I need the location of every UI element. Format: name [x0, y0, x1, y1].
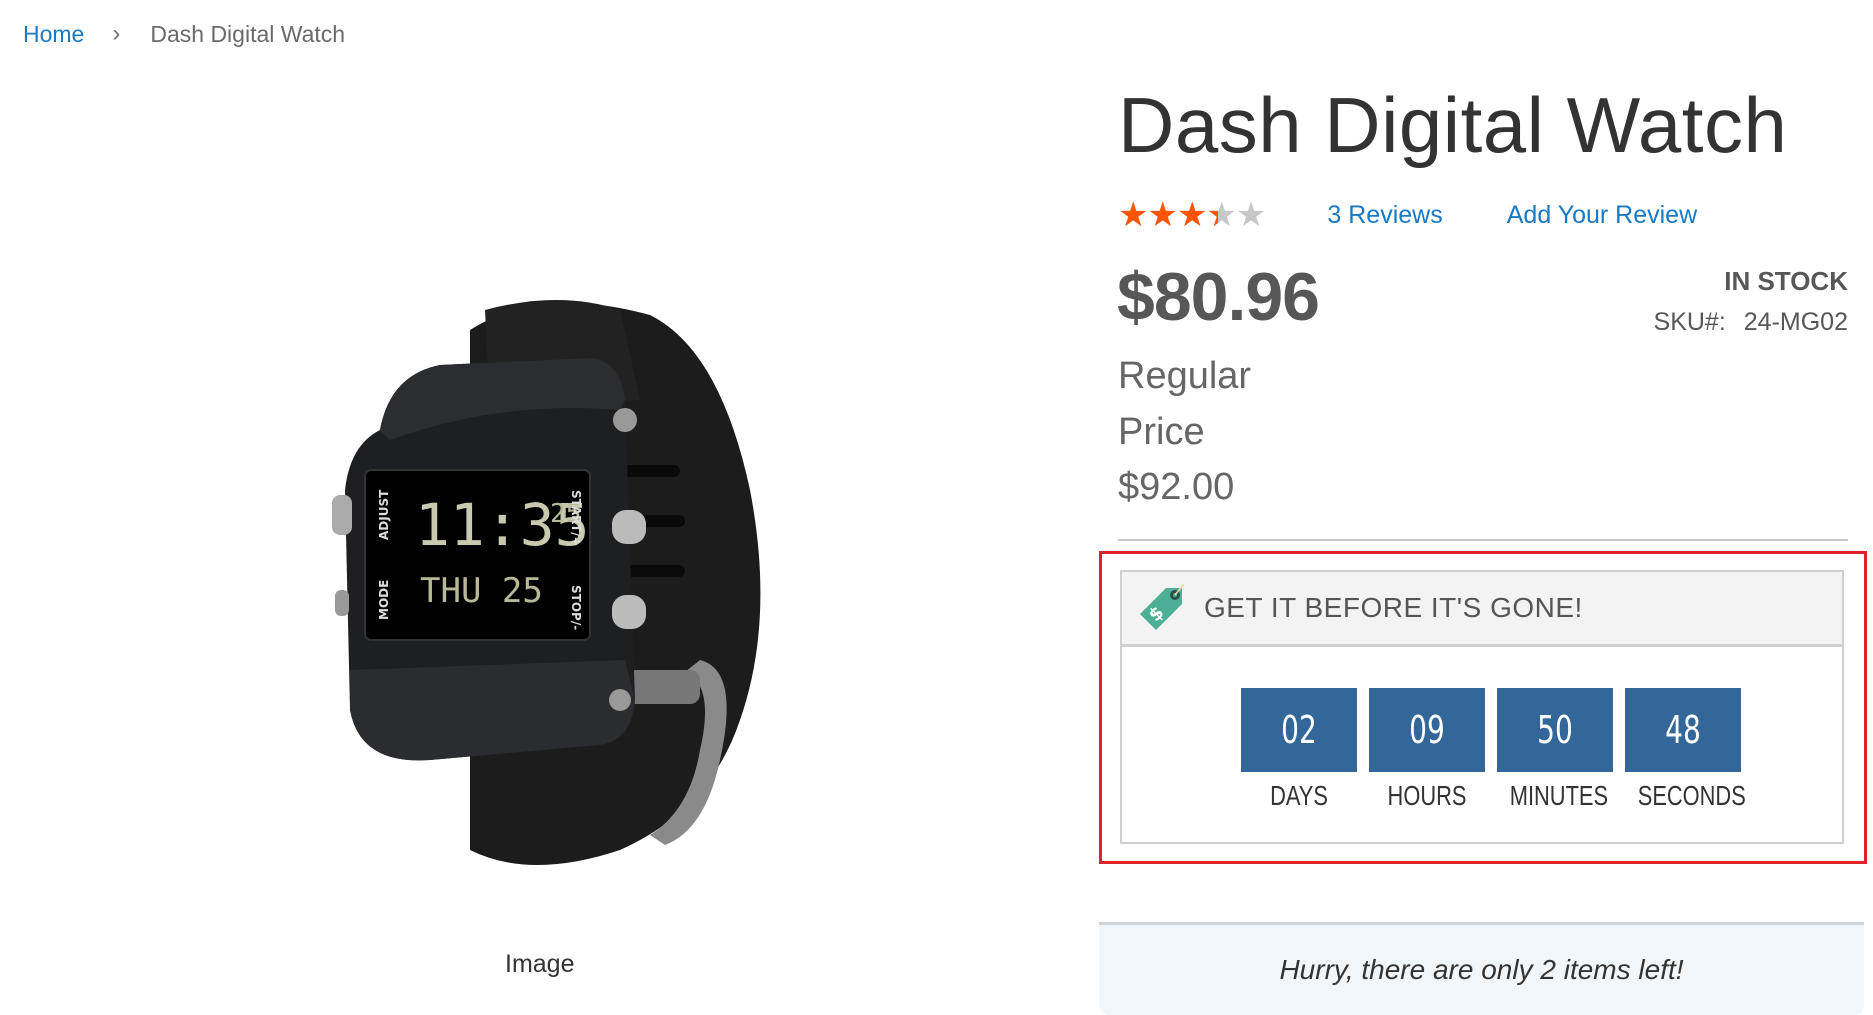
sku: SKU#: 24-MG02 — [1654, 308, 1848, 337]
divider — [1118, 539, 1848, 541]
regular-price: $92.00 — [1118, 466, 1235, 508]
countdown-hours-value: 09 — [1379, 688, 1475, 772]
final-price: $80.96 — [1117, 259, 1320, 335]
product-media: 11:35 25 THU 25 ADJUST MODE START/+ STOP… — [0, 80, 1085, 978]
price-tag-icon: $ — [1140, 583, 1185, 630]
sku-value: 24-MG02 — [1743, 308, 1848, 336]
breadcrumb: Home › Dash Digital Watch — [23, 20, 345, 48]
countdown-minutes-label: MINUTES — [1509, 780, 1609, 811]
countdown-minutes-value: 50 — [1507, 688, 1603, 772]
svg-text:STOP/-: STOP/- — [569, 585, 583, 630]
countdown-days-label: DAYS — [1270, 780, 1328, 811]
regular-price-label: Regular Price — [1118, 355, 1252, 453]
star-filled-icon: ★★★★★ — [1118, 198, 1218, 232]
countdown-seconds: 48 SECONDS — [1625, 688, 1746, 812]
low-stock-notice: Hurry, there are only 2 items left! — [1099, 922, 1864, 1015]
countdown-hours-label: HOURS — [1387, 780, 1467, 811]
countdown-seconds-label: SECONDS — [1637, 780, 1746, 811]
countdown-highlight: $ GET IT BEFORE IT'S GONE! 02 DAYS 09 HO… — [1099, 551, 1867, 864]
stock-status: IN STOCK — [1724, 266, 1848, 296]
countdown-days: 02 DAYS — [1241, 688, 1357, 812]
svg-text:START/+: START/+ — [569, 490, 583, 547]
add-review-link[interactable]: Add Your Review — [1507, 201, 1697, 230]
countdown-minutes: 50 MINUTES — [1497, 688, 1613, 812]
rating-summary: ★★★★★ ★★★★★ 3 Reviews Add Your Review — [1118, 198, 1697, 232]
countdown-panel: $ GET IT BEFORE IT'S GONE! 02 DAYS 09 HO… — [1120, 570, 1844, 844]
svg-text:MODE: MODE — [377, 580, 391, 620]
rating-stars: ★★★★★ ★★★★★ — [1118, 198, 1266, 232]
reviews-link[interactable]: 3 Reviews — [1327, 201, 1442, 230]
countdown-header: $ GET IT BEFORE IT'S GONE! — [1122, 572, 1842, 647]
image-caption: Image — [505, 950, 575, 978]
countdown-hours: 09 HOURS — [1369, 688, 1485, 812]
low-stock-message: Hurry, there are only 2 items left! — [1279, 954, 1684, 985]
breadcrumb-home-link[interactable]: Home — [23, 21, 84, 48]
breadcrumb-current: Dash Digital Watch — [150, 20, 346, 47]
svg-text:THU 25: THU 25 — [420, 571, 543, 611]
svg-text:ADJUST: ADJUST — [377, 489, 391, 540]
countdown-timer: 02 DAYS 09 HOURS 50 MINUTES 48 SECONDS — [1241, 688, 1753, 812]
countdown-seconds-value: 48 — [1635, 688, 1731, 772]
product-image[interactable]: 11:35 25 THU 25 ADJUST MODE START/+ STOP… — [320, 290, 770, 870]
chevron-right-icon: › — [112, 20, 121, 47]
countdown-title: GET IT BEFORE IT'S GONE! — [1204, 592, 1583, 623]
countdown-days-value: 02 — [1251, 688, 1347, 772]
sku-label: SKU#: — [1653, 308, 1726, 336]
page-title: Dash Digital Watch — [1118, 81, 1788, 169]
watch-illustration: 11:35 25 THU 25 ADJUST MODE START/+ STOP… — [332, 300, 761, 865]
